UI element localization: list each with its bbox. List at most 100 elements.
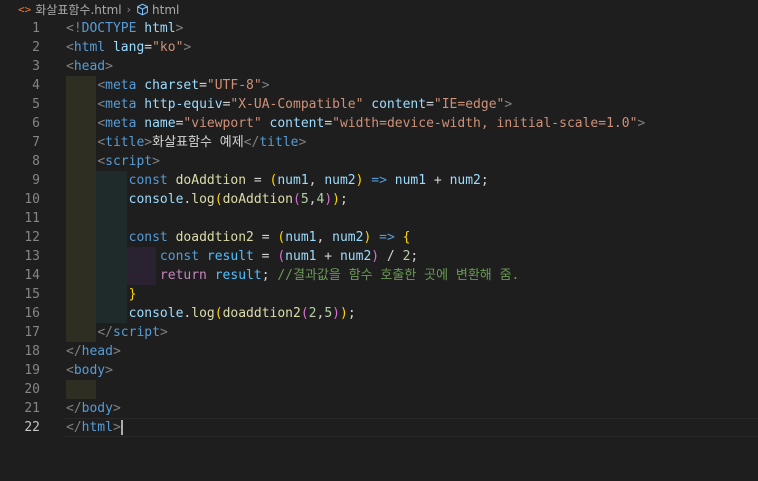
- breadcrumb-file-name[interactable]: 화살표함수.html: [35, 1, 121, 18]
- code-token: http-equiv: [144, 97, 223, 112]
- code-token: doaddtion2: [175, 230, 254, 245]
- code-line[interactable]: 9 const doAddtion = (num1, num2) => num1…: [0, 171, 758, 190]
- code-line[interactable]: 20: [0, 380, 758, 399]
- code-line[interactable]: 8 <script>: [0, 152, 758, 171]
- code-token: >: [261, 78, 270, 93]
- code-token: {: [402, 230, 411, 245]
- code-token: "ko": [152, 40, 184, 55]
- code-text: <head>: [66, 57, 113, 76]
- code-text: console.log(doAddtion(5,4));: [66, 190, 348, 209]
- code-token: name: [144, 116, 176, 131]
- code-token: (: [293, 192, 301, 207]
- code-text: const doAddtion = (num1, num2) => num1 +…: [66, 171, 489, 190]
- code-token: "IE=edge": [433, 97, 505, 112]
- code-token: log: [191, 192, 215, 207]
- code-text: </body>: [66, 399, 121, 418]
- code-token: head: [81, 344, 113, 359]
- code-line[interactable]: 14 return result; //결과값을 함수 호출한 곳에 변환해 줌…: [0, 266, 758, 285]
- code-token: ;: [410, 249, 419, 264]
- code-text: <!DOCTYPE html>: [66, 19, 183, 38]
- code-line[interactable]: 11: [0, 209, 758, 228]
- code-token: body: [81, 401, 113, 416]
- code-line[interactable]: 16 console.log(doaddtion2(2,5));: [0, 304, 758, 323]
- line-number: 4: [32, 78, 40, 93]
- code-token: console: [128, 306, 184, 321]
- code-token: ): [324, 192, 333, 207]
- code-token: ): [371, 249, 380, 264]
- code-token: <: [97, 78, 106, 93]
- code-line[interactable]: 2 <html lang="ko">: [0, 38, 758, 57]
- code-token: num2: [339, 249, 372, 264]
- code-token: content: [269, 116, 325, 131]
- code-editor[interactable]: 1 <!DOCTYPE html> 2 <html lang="ko"> 3 <head>…: [0, 19, 758, 481]
- line-number: 12: [24, 230, 40, 245]
- code-token: >: [105, 363, 113, 378]
- code-line[interactable]: 22 </html>: [0, 418, 758, 437]
- line-number: 22: [24, 420, 40, 435]
- html-file-icon: <>: [18, 3, 32, 16]
- code-line[interactable]: 12 const doaddtion2 = (num1, num2) => {: [0, 228, 758, 247]
- code-token: lang: [112, 40, 145, 55]
- code-token: doAddtion: [222, 192, 294, 207]
- line-number: 17: [24, 325, 40, 340]
- code-line[interactable]: 17 </script>: [0, 323, 758, 342]
- code-token: >: [298, 135, 307, 150]
- code-token: "width=device-width, initial-scale=1.0": [332, 116, 638, 131]
- code-text: <html lang="ko">: [66, 38, 191, 57]
- code-token: title: [259, 135, 299, 150]
- code-token: num1: [285, 230, 317, 245]
- breadcrumb-symbol-name[interactable]: html: [152, 3, 179, 17]
- breadcrumb: <> 화살표함수.html › html: [0, 0, 758, 19]
- line-number: 8: [32, 154, 40, 169]
- code-line[interactable]: 3 <head>: [0, 57, 758, 76]
- code-line[interactable]: 13 const result = (num1 + num2) / 2;: [0, 247, 758, 266]
- code-token: =: [199, 78, 207, 93]
- code-text: <title>화살표함수 예제</title>: [66, 133, 306, 152]
- line-number: 16: [24, 306, 40, 321]
- code-token: <: [66, 363, 74, 378]
- code-token: ): [339, 306, 348, 321]
- line-number: 2: [32, 40, 40, 55]
- code-token: meta: [105, 116, 137, 131]
- code-line[interactable]: 19 <body>: [0, 361, 758, 380]
- code-token: charset: [144, 78, 200, 93]
- code-line[interactable]: 6 <meta name="viewport" content="width=d…: [0, 114, 758, 133]
- code-token: <: [97, 135, 106, 150]
- code-line[interactable]: 18 </head>: [0, 342, 758, 361]
- code-line[interactable]: 5 <meta http-equiv = "X-UA-Compatible" con…: [0, 95, 758, 114]
- code-token: return: [159, 268, 207, 283]
- code-token: ;: [480, 173, 489, 188]
- code-line[interactable]: 1 <!DOCTYPE html>: [0, 19, 758, 38]
- line-number: 11: [24, 211, 40, 226]
- chevron-right-icon: ›: [126, 3, 132, 16]
- code-line[interactable]: 4 <meta charset="UTF-8">: [0, 76, 758, 95]
- code-token: "X-UA-Compatible": [230, 97, 364, 112]
- code-token: <: [66, 40, 74, 55]
- code-line[interactable]: 15 }: [0, 285, 758, 304]
- code-line[interactable]: 10 console.log(doAddtion(5,4));: [0, 190, 758, 209]
- line-number: 18: [24, 344, 40, 359]
- code-line[interactable]: 7 <title>화살표함수 예제</title>: [0, 133, 758, 152]
- code-token: </: [66, 344, 82, 359]
- code-text: return result; //결과값을 함수 호출한 곳에 변환해 줌.: [66, 266, 519, 285]
- code-token: num2: [449, 173, 481, 188]
- code-token: meta: [105, 97, 137, 112]
- indent-guide: [66, 380, 96, 399]
- code-token: meta: [105, 78, 137, 93]
- line-number: 20: [24, 382, 40, 397]
- code-line[interactable]: 21 </body>: [0, 399, 758, 418]
- code-text: const result = (num1 + num2) / 2;: [66, 247, 418, 266]
- text-cursor: [120, 420, 123, 435]
- code-token: ,: [316, 230, 333, 245]
